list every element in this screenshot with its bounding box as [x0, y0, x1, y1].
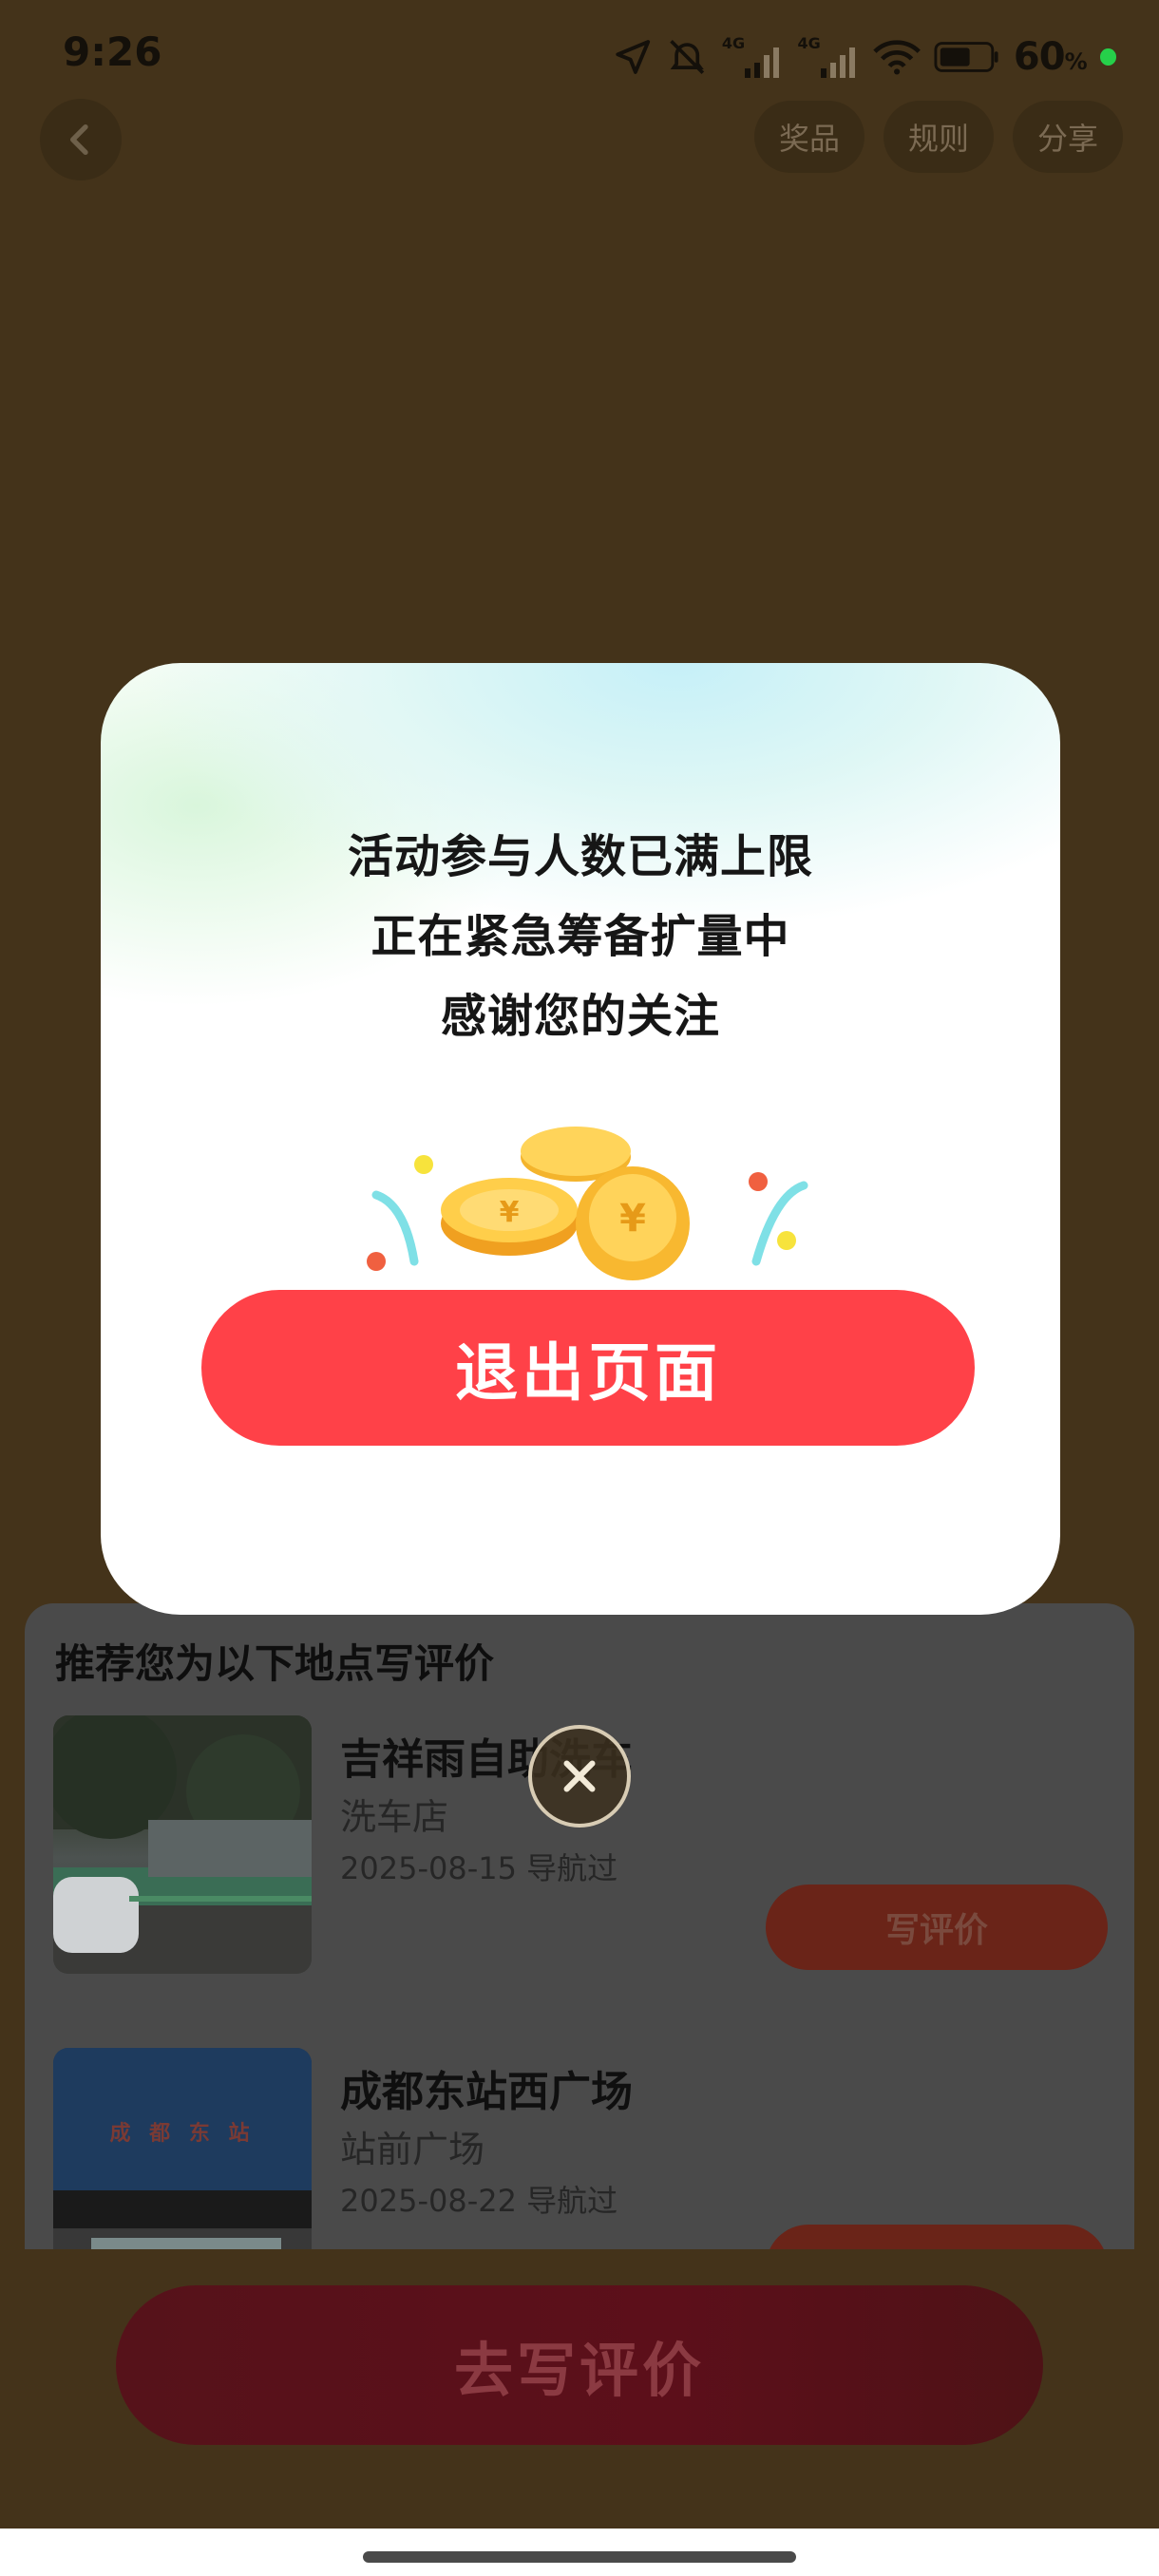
svg-text:¥: ¥ — [500, 1196, 520, 1229]
place-name[interactable]: 成都东站西广场 — [340, 2057, 633, 2118]
exit-page-button[interactable]: 退出页面 — [201, 1290, 975, 1446]
write-review-button[interactable]: 写评价 — [766, 1885, 1108, 1970]
signal-4g-2: 4G — [798, 34, 861, 80]
station-sign-text: 成 都 东 站 — [109, 2122, 256, 2146]
status-icons: 4G 4G 60% — [613, 28, 1117, 85]
svg-text:¥: ¥ — [619, 1197, 646, 1241]
battery-indicator-dot — [1099, 48, 1117, 66]
close-icon — [563, 1760, 596, 1792]
network-label-2: 4G — [797, 34, 821, 52]
review-card-title: 推荐您为以下地点写评价 — [55, 1640, 495, 1687]
chevron-left-icon — [70, 124, 88, 155]
gold-coins-illustration: ¥ ¥ — [367, 1127, 808, 1280]
close-dialog-button[interactable] — [528, 1725, 631, 1828]
battery-icon — [934, 42, 998, 72]
signal-4g-1: 4G — [722, 34, 785, 80]
mute-bell-icon — [670, 40, 705, 74]
share-button[interactable]: 分享 — [1013, 101, 1123, 173]
home-indicator[interactable] — [363, 2551, 796, 2563]
wifi-icon — [873, 40, 922, 75]
place-thumbnail[interactable] — [53, 1715, 312, 1974]
place-visit-date: 2025-08-22 导航过 — [340, 2183, 618, 2219]
status-time: 9:26 — [63, 28, 162, 75]
prizes-button[interactable]: 奖品 — [754, 101, 864, 173]
review-recommendation-card: 推荐您为以下地点写评价 吉祥雨自助洗车 洗车店 2025-08-15 导航过 写… — [25, 1603, 1134, 2249]
battery-percentage: 60% — [1013, 35, 1088, 79]
activity-full-dialog: 活动参与人数已满上限 正在紧急筹备扩量中 感谢您的关注 ¥ ¥ 退出页面 — [101, 663, 1060, 1615]
go-write-review-button[interactable]: 去写评价 — [116, 2285, 1043, 2445]
rules-button[interactable]: 规则 — [884, 101, 994, 173]
signal-bars-icon — [820, 47, 855, 78]
write-review-button-cut-off[interactable] — [766, 2225, 1108, 2249]
place-thumbnail[interactable]: 成 都 东 站 — [53, 2048, 312, 2249]
place-type: 洗车店 — [340, 1796, 449, 1838]
signal-bars-icon — [744, 47, 779, 78]
dialog-message-line-1: 活动参与人数已满上限 — [347, 830, 813, 883]
back-button[interactable] — [40, 99, 122, 180]
dialog-message-line-3: 感谢您的关注 — [440, 990, 720, 1043]
network-label-1: 4G — [721, 34, 746, 52]
place-type: 站前广场 — [340, 2129, 485, 2170]
place-visit-date: 2025-08-15 导航过 — [340, 1850, 618, 1886]
location-arrow-icon — [616, 40, 651, 74]
dialog-message-line-2: 正在紧急筹备扩量中 — [370, 910, 790, 963]
